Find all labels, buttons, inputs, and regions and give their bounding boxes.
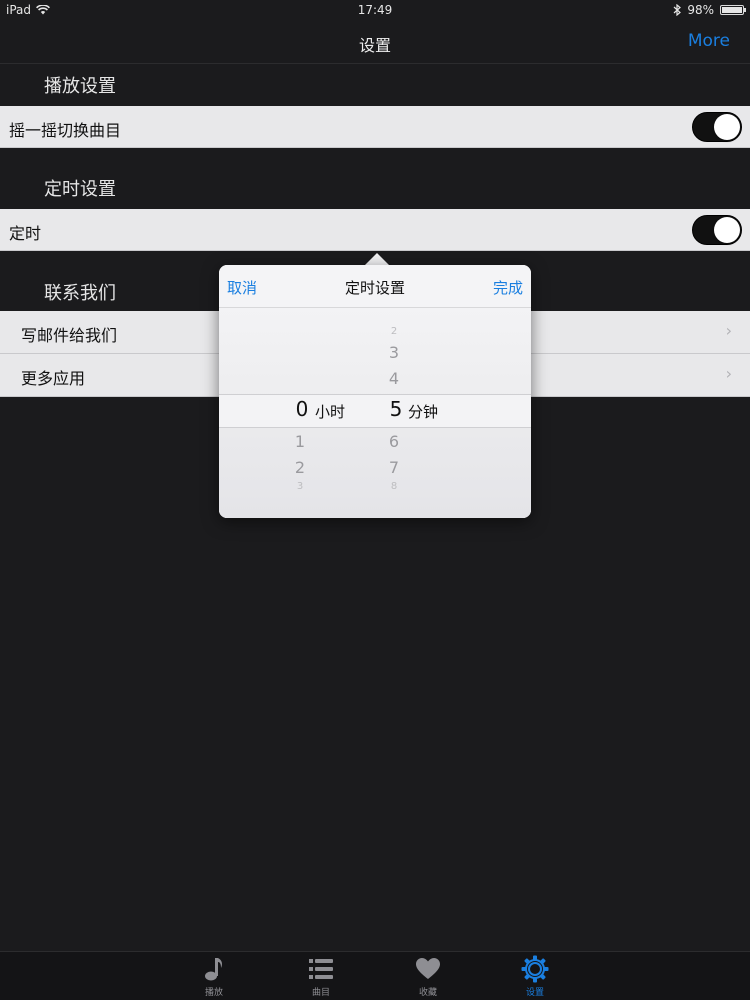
popover-arrow: [365, 253, 389, 265]
chevron-right-icon: ›: [725, 364, 732, 383]
tab-play[interactable]: 播放: [184, 955, 244, 998]
page-title: 设置: [358, 36, 391, 55]
tab-label: 设置: [525, 988, 544, 998]
hours-option[interactable]: 3: [285, 481, 315, 492]
popover-title: 定时设置: [344, 279, 405, 297]
minutes-option[interactable]: 4: [379, 369, 409, 388]
tab-label: 播放: [204, 988, 223, 998]
hours-option[interactable]: 2: [285, 458, 315, 477]
bluetooth-icon: [673, 4, 682, 16]
battery-percent: 98%: [687, 3, 714, 17]
tab-tracks[interactable]: 曲目: [291, 955, 351, 998]
shake-toggle[interactable]: [692, 112, 742, 142]
status-bar: iPad 17:49 98%: [0, 0, 750, 20]
toggle-knob: [714, 114, 740, 140]
toggle-knob: [714, 217, 740, 243]
picker-selection-band: [219, 394, 531, 428]
hours-option[interactable]: 1: [285, 432, 315, 451]
music-note-icon: [205, 958, 222, 981]
time-picker[interactable]: 0 小时 1 2 3 2 3 4 5 分钟 6 7 8: [219, 308, 531, 518]
minutes-option[interactable]: 6: [379, 432, 409, 451]
gear-icon: [521, 955, 549, 983]
section-header-contact: 联系我们: [44, 283, 116, 304]
more-button[interactable]: More: [688, 31, 730, 51]
minutes-unit: 分钟: [408, 403, 439, 421]
hours-selected[interactable]: 0: [287, 397, 317, 421]
minutes-selected[interactable]: 5: [381, 397, 411, 421]
status-time: 17:49: [357, 3, 393, 17]
picker-fade-bottom: [219, 428, 531, 518]
row-label-shake: 摇一摇切换曲目: [9, 121, 122, 140]
row-label-more-apps: 更多应用: [21, 369, 86, 388]
timer-popover: 取消 定时设置 完成 0 小时 1 2 3 2 3 4 5 分钟 6 7 8: [219, 265, 531, 518]
section-header-playback: 播放设置: [44, 76, 116, 97]
battery-fill: [722, 7, 742, 13]
minutes-option[interactable]: 3: [379, 343, 409, 362]
battery-icon: [720, 5, 746, 15]
section-header-timer: 定时设置: [44, 179, 116, 200]
tab-label: 曲目: [311, 988, 330, 998]
minutes-option[interactable]: 7: [379, 458, 409, 477]
popover-header: 取消 定时设置 完成: [219, 265, 531, 308]
row-label-timer: 定时: [9, 224, 42, 243]
picker-fade-top: [219, 308, 531, 394]
status-right: 98%: [673, 3, 746, 17]
list-icon: [309, 959, 333, 979]
row-label-email: 写邮件给我们: [21, 326, 118, 345]
tab-settings[interactable]: 设置: [505, 955, 565, 998]
tab-favorites[interactable]: 收藏: [398, 955, 458, 998]
row-timer: 定时: [0, 209, 750, 251]
tab-label: 收藏: [418, 988, 437, 998]
chevron-right-icon: ›: [725, 321, 732, 340]
timer-toggle[interactable]: [692, 215, 742, 245]
row-shake-switch: 摇一摇切换曲目: [0, 106, 750, 148]
navigation-bar: 设置 More: [0, 20, 750, 64]
tab-bar: 播放 曲目 收藏 设置: [0, 951, 750, 1000]
heart-icon: [416, 958, 440, 979]
minutes-option[interactable]: 2: [379, 326, 409, 337]
done-button[interactable]: 完成: [493, 277, 523, 298]
minutes-option[interactable]: 8: [379, 481, 409, 492]
hours-unit: 小时: [315, 403, 346, 421]
